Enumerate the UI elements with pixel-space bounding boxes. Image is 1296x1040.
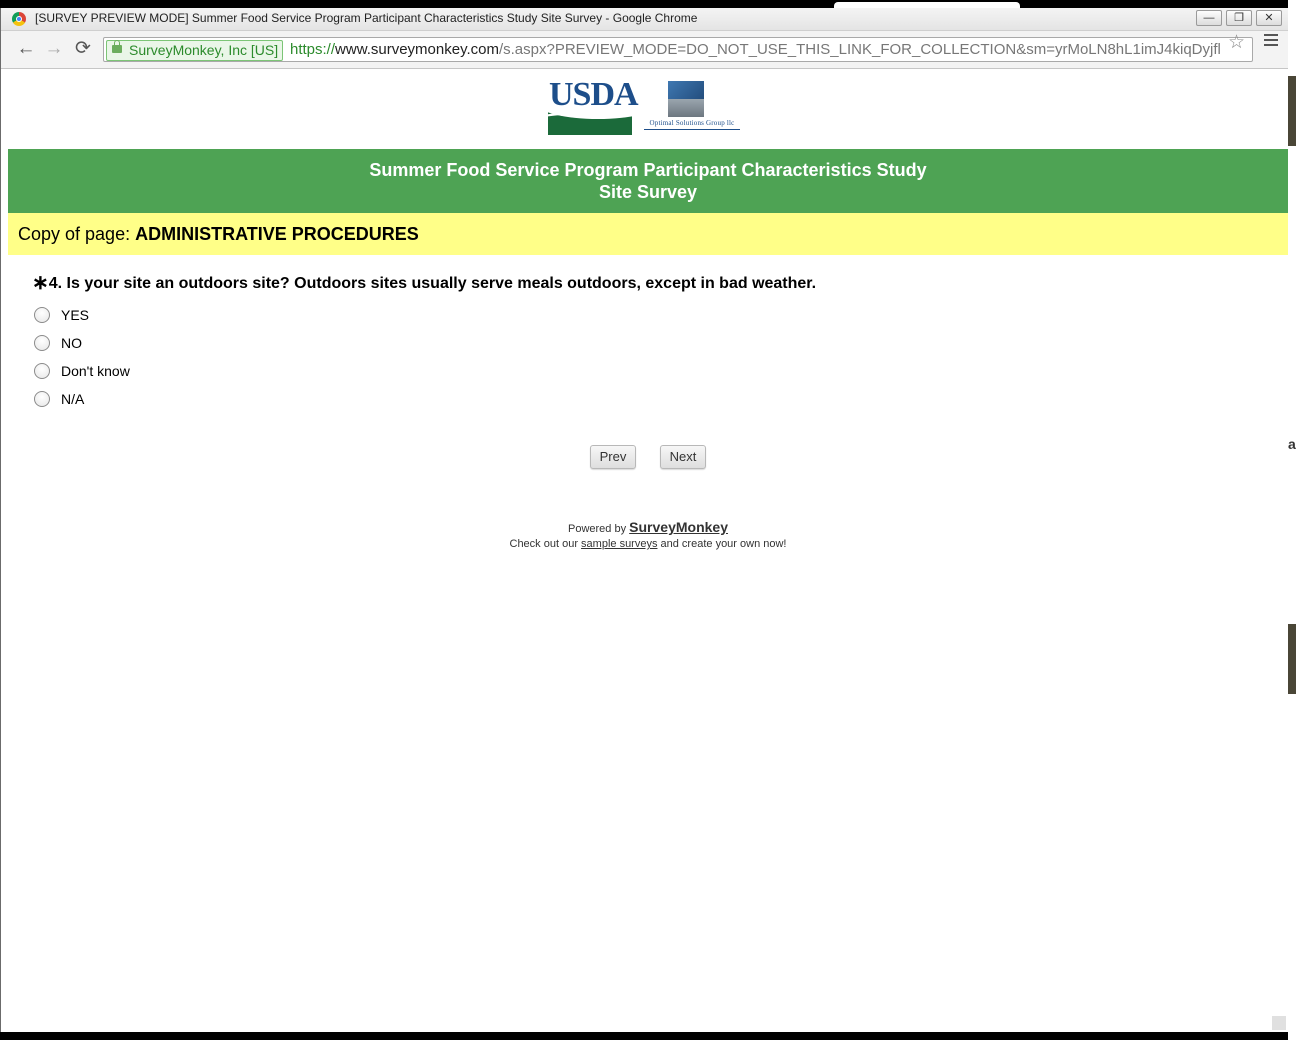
url-scheme: https:// xyxy=(290,41,336,58)
browser-toolbar: ← → ⟳ SurveyMonkey, Inc [US] https://www… xyxy=(1,31,1288,69)
option-yes[interactable]: YES xyxy=(34,301,130,329)
usda-swoosh-graphic xyxy=(548,109,632,135)
window-controls: — ❐ ✕ xyxy=(1196,10,1282,26)
option-label: NO xyxy=(61,335,82,351)
radio-button[interactable] xyxy=(34,391,50,407)
option-label: N/A xyxy=(61,391,85,407)
osg-grid-graphic xyxy=(668,81,704,117)
resize-corner[interactable] xyxy=(1272,1016,1286,1030)
minimize-button[interactable]: — xyxy=(1196,10,1222,26)
survey-footer: Powered by SurveyMonkey Check out our sa… xyxy=(8,519,1288,551)
survey-title: Summer Food Service Program Participant … xyxy=(369,160,927,180)
title-bar: [SURVEY PREVIEW MODE] Summer Food Servic… xyxy=(1,8,1288,31)
url-text[interactable]: https://www.surveymonkey.com/s.aspx?PREV… xyxy=(290,40,1221,59)
check-out-suffix: and create your own now! xyxy=(657,538,787,550)
url-host: www.surveymonkey.com xyxy=(335,41,499,58)
survey-page: USDA Optimal Solutions Group llc Summer … xyxy=(8,69,1288,1032)
powered-by-line: Powered by SurveyMonkey xyxy=(8,519,1288,537)
check-out-prefix: Check out our xyxy=(509,538,582,550)
survey-subtitle: Site Survey xyxy=(598,182,698,202)
usda-logo: USDA xyxy=(548,76,639,136)
chrome-icon xyxy=(12,12,26,26)
survey-title-banner: Summer Food Service Program Participant … xyxy=(8,149,1288,213)
chrome-menu-icon[interactable] xyxy=(1264,34,1278,49)
url-path: /s.aspx?PREVIEW_MODE=DO_NOT_USE_THIS_LIN… xyxy=(498,41,1221,58)
optimal-solutions-logo: Optimal Solutions Group llc xyxy=(636,81,748,137)
background-window-fragment xyxy=(1288,624,1296,694)
osg-underline xyxy=(644,129,740,133)
close-button[interactable]: ✕ xyxy=(1256,10,1282,26)
option-dont-know[interactable]: Don't know xyxy=(34,357,130,385)
radio-button[interactable] xyxy=(34,363,50,379)
background-window-fragment xyxy=(1288,76,1296,146)
sample-surveys-link[interactable]: sample surveys xyxy=(581,538,657,550)
background-window-edge xyxy=(1288,0,1296,1040)
page-title-bar: Copy of page: ADMINISTRATIVE PROCEDURES xyxy=(8,213,1288,255)
ev-certificate-badge[interactable]: SurveyMonkey, Inc [US] xyxy=(106,40,284,61)
back-arrow-icon[interactable]: ← xyxy=(15,38,37,60)
address-bar[interactable]: SurveyMonkey, Inc [US] https://www.surve… xyxy=(103,37,1253,62)
background-window-text: a xyxy=(1288,436,1296,452)
lock-icon xyxy=(112,40,122,53)
option-no[interactable]: NO xyxy=(34,329,130,357)
answer-options: YES NO Don't know N/A xyxy=(34,301,130,413)
option-label: Don't know xyxy=(61,363,130,379)
osg-logo-text: Optimal Solutions Group llc xyxy=(649,119,735,127)
window-title: [SURVEY PREVIEW MODE] Summer Food Servic… xyxy=(35,11,698,25)
required-asterisk: ∗ xyxy=(32,272,49,294)
bookmark-star-icon[interactable]: ☆ xyxy=(1228,31,1245,54)
forward-arrow-icon[interactable]: → xyxy=(43,38,65,60)
surveymonkey-link[interactable]: SurveyMonkey xyxy=(629,519,728,535)
reload-icon[interactable]: ⟳ xyxy=(72,38,94,60)
restore-button[interactable]: ❐ xyxy=(1226,10,1252,26)
next-button[interactable]: Next xyxy=(660,445,706,469)
question-label: 4. Is your site an outdoors site? Outdoo… xyxy=(48,275,817,292)
question-text: ∗4. Is your site an outdoors site? Outdo… xyxy=(32,270,816,295)
radio-button[interactable] xyxy=(34,335,50,351)
option-na[interactable]: N/A xyxy=(34,385,130,413)
page-title: ADMINISTRATIVE PROCEDURES xyxy=(135,224,419,244)
prev-button[interactable]: Prev xyxy=(590,445,636,469)
page-title-prefix: Copy of page: xyxy=(18,224,136,244)
check-out-line: Check out our sample surveys and create … xyxy=(8,537,1288,551)
ev-label: SurveyMonkey, Inc [US] xyxy=(129,42,279,58)
option-label: YES xyxy=(61,307,90,323)
radio-button[interactable] xyxy=(34,307,50,323)
powered-by-text: Powered by xyxy=(568,523,630,535)
